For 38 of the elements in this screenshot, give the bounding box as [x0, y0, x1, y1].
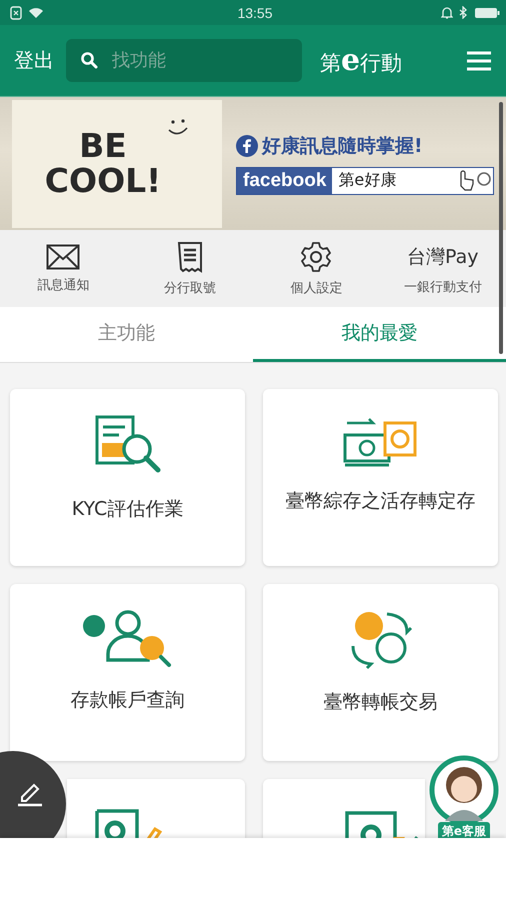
- tab[interactable]: 主功能: [0, 307, 253, 362]
- card-label: KYC評估作業: [70, 497, 184, 522]
- menu-icon: [466, 50, 492, 70]
- promo-banner[interactable]: BE COOL! 好康訊息隨時掌握! facebook 第e好康: [0, 96, 506, 230]
- sim-icon: [10, 6, 22, 20]
- card-label: 臺幣轉帳交易: [322, 690, 438, 715]
- logout-button[interactable]: 登出: [14, 47, 54, 74]
- search-field[interactable]: 找功能: [66, 39, 302, 82]
- function-card[interactable]: [67, 779, 245, 838]
- clock: 13:55: [237, 4, 273, 20]
- wifi-icon: [28, 6, 44, 18]
- envelope-icon: [46, 244, 80, 270]
- battery-icon: [474, 6, 500, 18]
- ticket-icon: [176, 240, 203, 272]
- shortcut-item[interactable]: 分行取號: [126, 230, 253, 307]
- page-name: 第e好康: [337, 170, 398, 191]
- shortcut-item[interactable]: 訊息通知: [0, 230, 126, 307]
- bluetooth-icon: [458, 6, 468, 19]
- shortcut-item[interactable]: 個人設定: [253, 230, 380, 307]
- gear-icon: [300, 240, 332, 272]
- avatar: [429, 755, 499, 825]
- bell-icon: [440, 6, 453, 19]
- banner-headline: BE COOL!: [44, 128, 162, 198]
- function-card[interactable]: 存款帳戶查詢: [10, 584, 245, 761]
- app-logo: 第e行動: [320, 43, 402, 78]
- function-card[interactable]: 臺幣轉帳交易: [263, 584, 498, 761]
- facebook-label: facebook: [237, 168, 332, 194]
- menu-button[interactable]: [466, 50, 492, 70]
- facebook-icon: [236, 134, 258, 156]
- function-card[interactable]: KYC評估作業: [10, 389, 245, 566]
- customer-service-label: 第e客服: [438, 822, 490, 838]
- card-label: 存款帳戶查詢: [70, 688, 186, 713]
- function-card[interactable]: 臺幣綜存之活存轉定存: [263, 389, 498, 566]
- search-icon: [80, 51, 98, 69]
- function-card[interactable]: [263, 779, 425, 838]
- banner-tagline: 好康訊息隨時掌握!: [262, 134, 423, 158]
- card-label: 臺幣綜存之活存轉定存: [284, 489, 476, 514]
- shortcut-item[interactable]: 台灣Pay 一銀行動支付: [380, 230, 506, 307]
